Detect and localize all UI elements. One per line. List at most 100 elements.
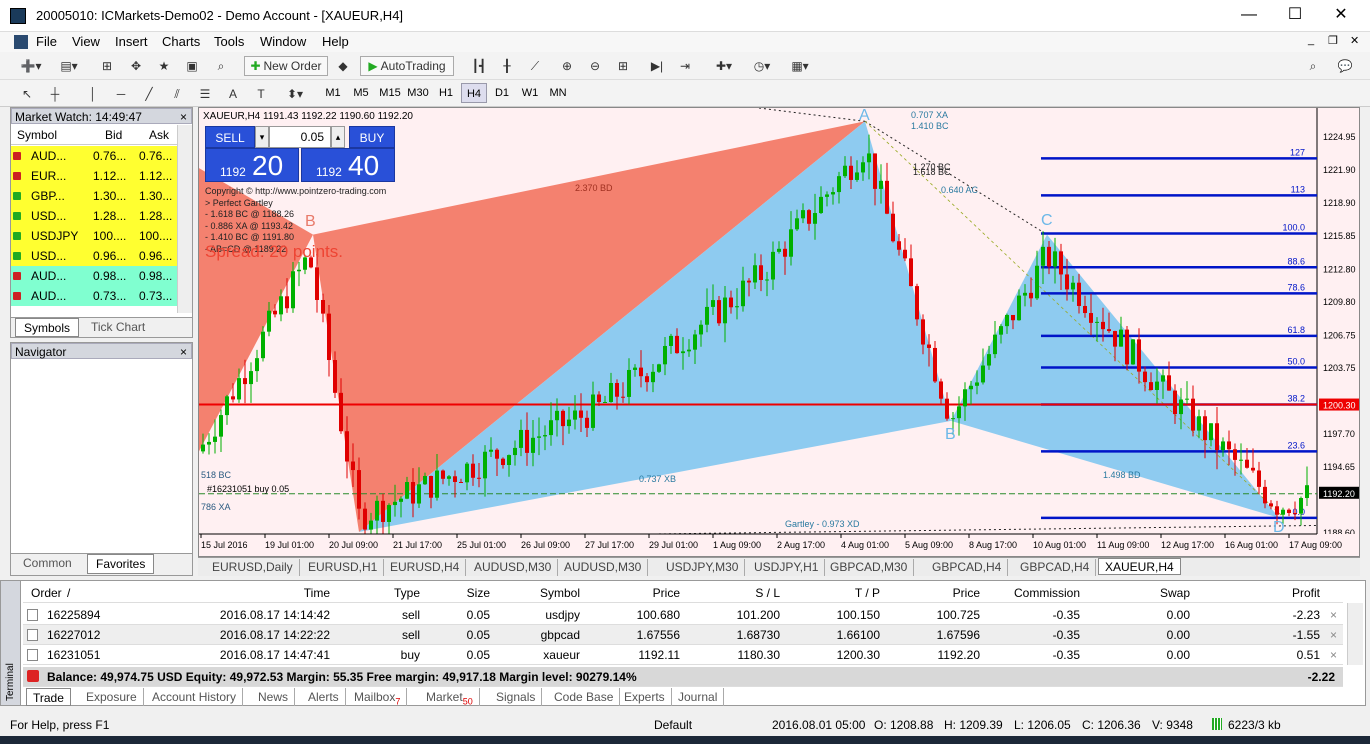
channel-icon[interactable]: ⫽ bbox=[166, 84, 188, 104]
new-order-button[interactable]: ✚ New Order bbox=[244, 56, 328, 76]
market-watch-row[interactable]: AUD... 0.76... 0.76... bbox=[11, 146, 177, 166]
tab-common[interactable]: Common bbox=[23, 556, 72, 570]
order-row[interactable]: 16227012 2016.08.17 14:22:22 sell 0.05 gbpca… bbox=[23, 625, 1343, 645]
chart-window[interactable]: 1224.95 1221.90 1218.90 1215.85 1212.80 1209.… bbox=[198, 107, 1360, 557]
lot-size-input[interactable]: 0.05 bbox=[269, 126, 331, 148]
scrollbar[interactable] bbox=[177, 125, 192, 313]
timeframe-m1[interactable]: M1 bbox=[320, 83, 346, 103]
column-header[interactable]: Profit bbox=[1292, 583, 1320, 603]
terminal-tab[interactable]: Exposure bbox=[80, 688, 144, 706]
strategy-tester-icon[interactable]: ⌕ bbox=[210, 56, 232, 76]
autotrading-button[interactable]: ▶ AutoTrading bbox=[360, 56, 454, 76]
chart-tab[interactable]: GBPCAD,M30 bbox=[824, 559, 915, 576]
mdi-restore-icon[interactable]: ❐ bbox=[1328, 34, 1338, 47]
chart-tab[interactable]: GBPCAD,H4 bbox=[1014, 559, 1097, 576]
timeframe-m30[interactable]: M30 bbox=[405, 83, 431, 103]
terminal-tab[interactable]: Market50 bbox=[420, 688, 480, 706]
data-window-icon[interactable]: ✥ bbox=[125, 56, 147, 76]
zoom-out-icon[interactable]: ⊖ bbox=[584, 56, 606, 76]
mdi-close-icon[interactable]: ✕ bbox=[1350, 34, 1359, 47]
close-button[interactable]: ✕ bbox=[1318, 0, 1364, 30]
menu-help[interactable]: Help bbox=[322, 34, 349, 49]
market-watch-row[interactable]: GBP... 1.30... 1.30... bbox=[11, 186, 177, 206]
menu-file[interactable]: File bbox=[36, 34, 57, 49]
new-chart-icon[interactable]: ➕▾ bbox=[16, 56, 46, 76]
chart-tab[interactable]: USDJPY,H1 bbox=[748, 559, 826, 576]
terminal-tab[interactable]: Signals bbox=[490, 688, 543, 706]
column-header[interactable]: / bbox=[67, 583, 70, 603]
sell-button[interactable]: SELL bbox=[205, 126, 255, 148]
col-bid[interactable]: Bid bbox=[105, 125, 122, 145]
col-ask[interactable]: Ask bbox=[149, 125, 169, 145]
chart-shift-icon[interactable]: ⇥ bbox=[674, 56, 696, 76]
lot-increase-icon[interactable]: ▴ bbox=[331, 126, 345, 148]
buy-price[interactable]: 1192 40 bbox=[301, 148, 395, 182]
chart-tab[interactable]: AUDUSD,M30 bbox=[558, 559, 649, 576]
tile-windows-icon[interactable]: ⊞ bbox=[612, 56, 634, 76]
profiles-icon[interactable]: ▤▾ bbox=[54, 56, 84, 76]
terminal-tab[interactable]: Account History bbox=[146, 688, 244, 706]
crosshair-icon[interactable]: ┼ bbox=[44, 84, 66, 104]
menu-view[interactable]: View bbox=[72, 34, 100, 49]
search-icon[interactable]: ⌕ bbox=[1302, 56, 1324, 76]
text-icon[interactable]: A bbox=[222, 84, 244, 104]
close-order-icon[interactable]: × bbox=[1330, 605, 1337, 625]
terminal-tab[interactable]: Trade bbox=[26, 688, 71, 706]
terminal-tab[interactable]: Experts bbox=[618, 688, 672, 706]
close-icon[interactable]: × bbox=[180, 344, 187, 360]
sell-price[interactable]: 1192 20 bbox=[205, 148, 299, 182]
timeframe-d1[interactable]: D1 bbox=[489, 83, 515, 103]
column-header[interactable]: Size bbox=[467, 583, 490, 603]
order-row[interactable]: 16225894 2016.08.17 14:14:42 sell 0.05 usdjp… bbox=[23, 605, 1343, 625]
periods-icon[interactable]: ◷▾ bbox=[746, 56, 778, 76]
lot-decrease-icon[interactable]: ▾ bbox=[255, 126, 269, 148]
close-order-icon[interactable]: × bbox=[1330, 625, 1337, 645]
menu-insert[interactable]: Insert bbox=[115, 34, 148, 49]
cursor-icon[interactable]: ↖ bbox=[16, 84, 38, 104]
auto-scroll-icon[interactable]: ▶| bbox=[646, 56, 668, 76]
market-watch-row[interactable]: EUR... 1.12... 1.12... bbox=[11, 166, 177, 186]
terminal-tab[interactable]: News bbox=[252, 688, 296, 706]
templates-icon[interactable]: ▦▾ bbox=[784, 56, 816, 76]
bar-chart-icon[interactable]: ┃┫ bbox=[468, 56, 490, 76]
chart-tab[interactable]: AUDUSD,M30 bbox=[468, 559, 559, 576]
terminal-icon[interactable]: ▣ bbox=[181, 56, 203, 76]
menu-window[interactable]: Window bbox=[260, 34, 306, 49]
fibonacci-icon[interactable]: ☰ bbox=[194, 84, 216, 104]
market-watch-row[interactable]: USD... 1.28... 1.28... bbox=[11, 206, 177, 226]
arrows-icon[interactable]: ⬍▾ bbox=[280, 84, 310, 104]
chat-icon[interactable]: 💬 bbox=[1332, 56, 1358, 76]
column-header[interactable]: Commission bbox=[1014, 583, 1080, 603]
scrollbar[interactable] bbox=[1347, 603, 1363, 665]
tab-symbols[interactable]: Symbols bbox=[15, 318, 80, 337]
column-header[interactable]: T / P bbox=[855, 583, 880, 603]
zoom-in-icon[interactable]: ⊕ bbox=[556, 56, 578, 76]
column-header[interactable]: Price bbox=[953, 583, 980, 603]
close-icon[interactable]: × bbox=[180, 109, 187, 125]
market-watch-row[interactable]: USD... 0.96... 0.96... bbox=[11, 246, 177, 266]
column-header[interactable]: Order bbox=[31, 583, 62, 603]
column-header[interactable]: Symbol bbox=[540, 583, 580, 603]
indicators-icon[interactable]: ✚▾ bbox=[708, 56, 740, 76]
column-header[interactable]: S / L bbox=[755, 583, 780, 603]
market-watch-row[interactable]: AUD... 0.73... 0.73... bbox=[11, 286, 177, 306]
metaeditor-icon[interactable]: ◆ bbox=[332, 56, 354, 76]
vertical-line-icon[interactable]: │ bbox=[82, 84, 104, 104]
trendline-icon[interactable]: ╱ bbox=[138, 84, 160, 104]
column-header[interactable]: Swap bbox=[1160, 583, 1190, 603]
chart-tab[interactable]: GBPCAD,H4 bbox=[926, 559, 1009, 576]
close-order-icon[interactable]: × bbox=[1330, 645, 1337, 665]
chart-tab[interactable]: EURUSD,Daily bbox=[206, 559, 300, 576]
timeframe-w1[interactable]: W1 bbox=[517, 83, 543, 103]
chart-tab[interactable]: EURUSD,H4 bbox=[384, 559, 467, 576]
column-header[interactable]: Price bbox=[653, 583, 680, 603]
timeframe-m15[interactable]: M15 bbox=[377, 83, 403, 103]
terminal-tab[interactable]: Mailbox7 bbox=[348, 688, 408, 706]
timeframe-h4[interactable]: H4 bbox=[461, 83, 487, 103]
chart-tab-active[interactable]: XAUEUR,H4 bbox=[1098, 558, 1181, 575]
maximize-button[interactable]: ☐ bbox=[1272, 0, 1318, 30]
terminal-tab[interactable]: Journal bbox=[672, 688, 725, 706]
order-row[interactable]: 16231051 2016.08.17 14:47:41 buy 0.05 xaueur… bbox=[23, 645, 1343, 665]
tab-tick-chart[interactable]: Tick Chart bbox=[91, 319, 145, 336]
timeframe-m5[interactable]: M5 bbox=[348, 83, 374, 103]
